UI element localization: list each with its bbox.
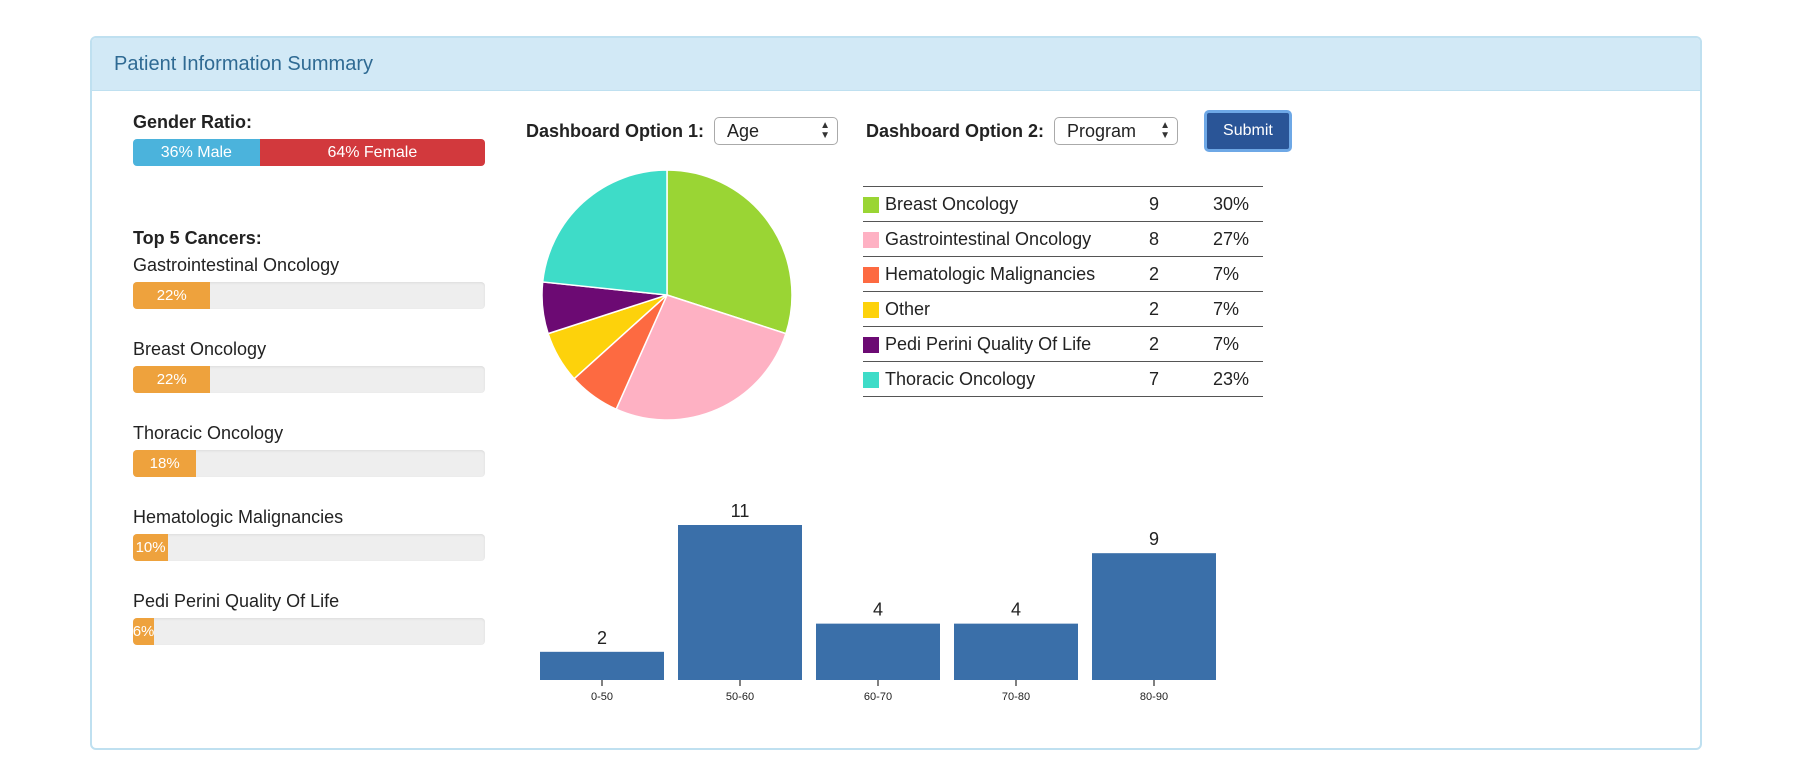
panel-title: Patient Information Summary xyxy=(114,52,373,75)
bar-value-label: 9 xyxy=(1149,529,1159,549)
legend-percent: 7% xyxy=(1213,256,1263,292)
dashboard-controls: Dashboard Option 1: Age ▲ ▼ Dashboard Opt… xyxy=(526,110,1292,152)
cancer-progress-bar: 10% xyxy=(133,534,485,561)
legend-count: 9 xyxy=(1149,186,1213,222)
option1-label: Dashboard Option 1: xyxy=(526,120,705,141)
legend-name: Pedi Perini Quality Of Life xyxy=(885,326,1149,362)
legend-count: 2 xyxy=(1149,326,1213,362)
age-bar xyxy=(816,623,940,680)
cancer-item: Hematologic Malignancies 10% xyxy=(133,507,485,591)
option2-select[interactable]: Program ▲ ▼ xyxy=(1054,117,1179,145)
legend-row: Thoracic Oncology 7 23% xyxy=(863,361,1263,397)
gender-ratio-label: Gender Ratio: xyxy=(133,112,253,132)
cancer-progress-fill: 6% xyxy=(133,618,155,645)
bar-value-label: 2 xyxy=(597,628,607,648)
program-pie-chart xyxy=(541,169,793,421)
cancer-item: Gastrointestinal Oncology 22% xyxy=(133,255,485,339)
legend-count: 8 xyxy=(1149,221,1213,257)
legend-count: 2 xyxy=(1149,291,1213,327)
option1-select[interactable]: Age ▲ ▼ xyxy=(714,117,839,145)
cancer-progress-bar: 18% xyxy=(133,450,485,477)
cancer-name: Gastrointestinal Oncology xyxy=(133,255,340,275)
cancer-progress-bar: 22% xyxy=(133,282,485,309)
legend-name: Thoracic Oncology xyxy=(885,361,1149,397)
legend-swatch xyxy=(863,196,879,213)
legend-swatch xyxy=(863,301,879,318)
x-tick-label: 50-60 xyxy=(726,691,754,703)
bar-value-label: 4 xyxy=(873,600,883,620)
legend-swatch xyxy=(863,266,879,283)
cancer-progress-fill: 10% xyxy=(133,534,169,561)
age-bar-chart: 2 0-50 11 50-60 4 60-70 4 70-80 9 80-90 xyxy=(540,501,1216,703)
submit-button[interactable]: Submit xyxy=(1204,110,1292,152)
legend-count: 7 xyxy=(1149,361,1213,397)
legend-swatch xyxy=(863,371,879,388)
legend-swatch xyxy=(863,231,879,248)
x-tick-label: 60-70 xyxy=(864,691,892,703)
legend-percent: 27% xyxy=(1213,221,1263,257)
cancer-item: Pedi Perini Quality Of Life 6% xyxy=(133,591,485,675)
legend-swatch xyxy=(863,336,879,353)
option2-value: Program xyxy=(1067,120,1137,141)
cancer-progress-fill: 22% xyxy=(133,282,211,309)
legend-row: Gastrointestinal Oncology 8 27% xyxy=(863,221,1263,257)
age-bar xyxy=(1092,553,1216,680)
cancer-progress-fill: 18% xyxy=(133,450,197,477)
cancer-progress-bar: 22% xyxy=(133,366,485,393)
option1-value: Age xyxy=(727,120,760,141)
gender-ratio-section: Gender Ratio: 36% Male 64% Female xyxy=(133,112,485,166)
top-cancers-label: Top 5 Cancers: xyxy=(133,228,262,248)
cancer-item: Breast Oncology 22% xyxy=(133,339,485,423)
x-tick-label: 0-50 xyxy=(591,691,613,703)
legend-percent: 30% xyxy=(1213,186,1263,222)
age-bar xyxy=(540,651,664,680)
legend-name: Other xyxy=(885,291,1149,327)
cancer-name: Breast Oncology xyxy=(133,339,267,359)
legend-name: Breast Oncology xyxy=(885,186,1149,222)
legend-percent: 7% xyxy=(1213,326,1263,362)
x-tick-label: 70-80 xyxy=(1002,691,1030,703)
age-bar xyxy=(678,525,802,680)
panel-heading: Patient Information Summary xyxy=(92,38,1700,91)
select-arrows-icon: ▲ ▼ xyxy=(820,120,831,141)
legend-row: Breast Oncology 9 30% xyxy=(863,186,1263,222)
top-cancers-section: Top 5 Cancers: Gastrointestinal Oncology… xyxy=(133,228,485,675)
bar-value-label: 11 xyxy=(731,501,750,521)
cancer-name: Thoracic Oncology xyxy=(133,423,284,443)
cancer-item: Thoracic Oncology 18% xyxy=(133,423,485,507)
legend-row: Hematologic Malignancies 2 7% xyxy=(863,256,1263,292)
cancer-progress-bar: 6% xyxy=(133,618,485,645)
legend-count: 2 xyxy=(1149,256,1213,292)
cancer-name: Hematologic Malignancies xyxy=(133,507,344,527)
select-arrows-icon: ▲ ▼ xyxy=(1160,120,1171,141)
cancer-list: Gastrointestinal Oncology 22% Breast Onc… xyxy=(133,255,485,675)
legend-row: Other 2 7% xyxy=(863,291,1263,327)
legend-name: Gastrointestinal Oncology xyxy=(885,221,1149,257)
gender-ratio-bar: 36% Male 64% Female xyxy=(133,139,485,166)
cancer-progress-fill: 22% xyxy=(133,366,211,393)
female-segment: 64% Female xyxy=(259,139,485,166)
age-bar xyxy=(954,623,1078,680)
legend-row: Pedi Perini Quality Of Life 2 7% xyxy=(863,326,1263,362)
legend-percent: 7% xyxy=(1213,291,1263,327)
pie-slice xyxy=(541,169,668,296)
x-tick-label: 80-90 xyxy=(1140,691,1168,703)
cancer-name: Pedi Perini Quality Of Life xyxy=(133,591,340,611)
bar-value-label: 4 xyxy=(1011,600,1021,620)
option2-label: Dashboard Option 2: xyxy=(866,120,1045,141)
male-segment: 36% Male xyxy=(133,139,260,166)
pie-legend-table: Breast Oncology 9 30% Gastrointestinal O… xyxy=(863,186,1263,397)
legend-percent: 23% xyxy=(1213,361,1263,397)
legend-name: Hematologic Malignancies xyxy=(885,256,1149,292)
